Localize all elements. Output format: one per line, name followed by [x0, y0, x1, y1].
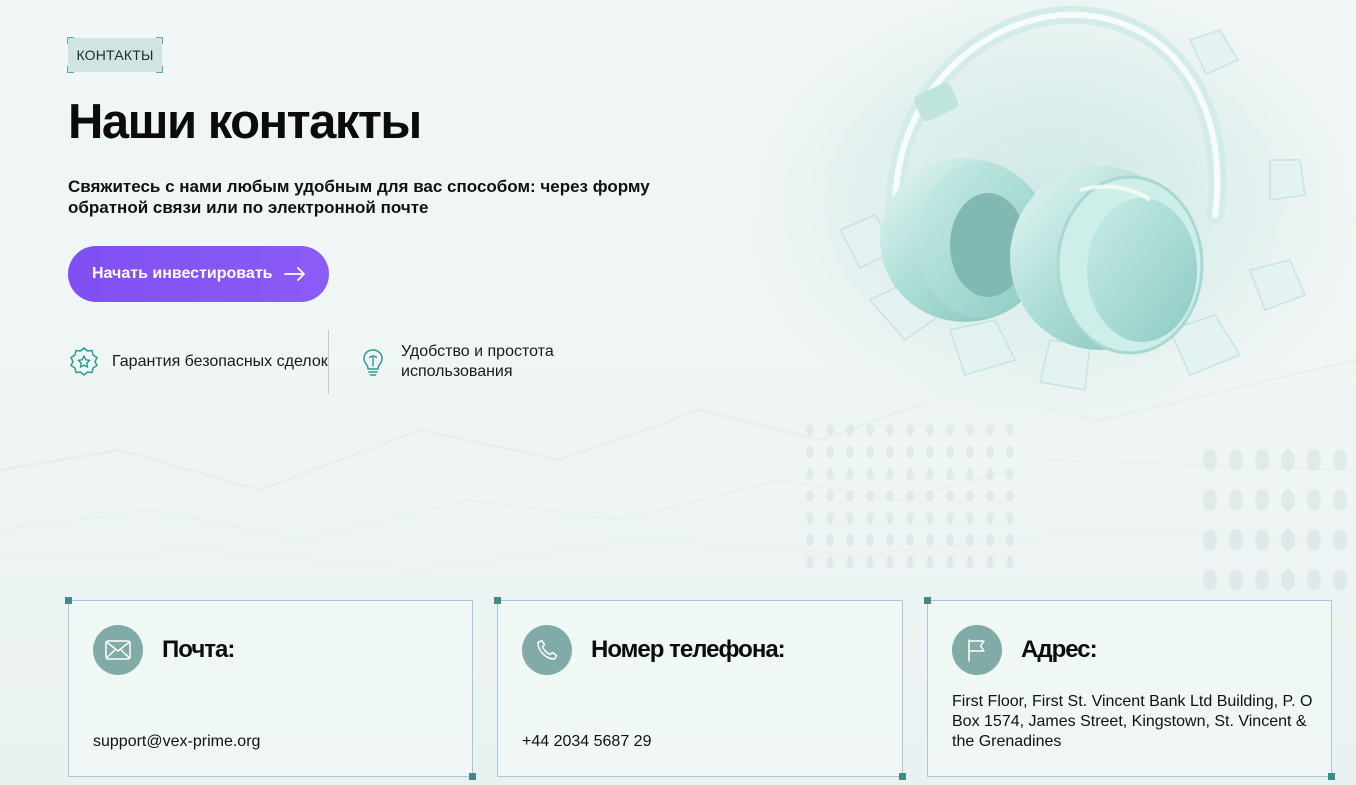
contact-card-address: Адрес: First Floor, First St. Vincent Ba… [924, 597, 1335, 780]
contact-card-email: Почта: support@vex-prime.org [65, 597, 476, 780]
features-divider [328, 330, 329, 394]
section-badge-label: КОНТАКТЫ [76, 47, 154, 63]
headphones-illustration [750, 0, 1356, 450]
lightbulb-icon [363, 349, 383, 376]
start-investing-button-label: Начать инвестировать [92, 265, 273, 282]
contact-card-phone-title: Номер телефона: [591, 636, 786, 663]
flag-icon [952, 625, 1002, 675]
contacts-page: КОНТАКТЫ Наши контакты Свяжитесь с нами … [0, 0, 1356, 785]
page-subtitle: Свяжитесь с нами любым удобным для вас с… [68, 177, 650, 217]
phone-number-link[interactable]: +44 2034 5687 29 [522, 732, 651, 752]
email-address-link[interactable]: support@vex-prime.org [93, 732, 260, 752]
contact-card-email-title: Почта: [162, 636, 235, 663]
section-badge: КОНТАКТЫ [67, 37, 163, 73]
contact-card-phone: Номер телефона: +44 2034 5687 29 [494, 597, 906, 780]
features-list: Гарантия безопасных сделок Удобство и пр… [68, 330, 597, 394]
phone-icon [522, 625, 572, 675]
contact-card-address-title: Адрес: [1021, 636, 1098, 663]
address-text: First Floor, First St. Vincent Bank Ltd … [952, 693, 1313, 750]
mail-icon [93, 625, 143, 675]
star-badge-icon [70, 347, 98, 376]
feature-ease-of-use-text: Удобство и простота использования [401, 343, 554, 380]
feature-safe-deals-text: Гарантия безопасных сделок [112, 353, 328, 370]
arrow-right-icon [284, 267, 306, 281]
feature-safe-deals: Гарантия безопасных сделок [68, 330, 328, 394]
start-investing-button[interactable]: Начать инвестировать [68, 246, 329, 302]
background-dots-decoration [806, 424, 1347, 591]
page-title: Наши контакты [68, 95, 422, 149]
feature-ease-of-use: Удобство и простота использования [357, 330, 597, 394]
